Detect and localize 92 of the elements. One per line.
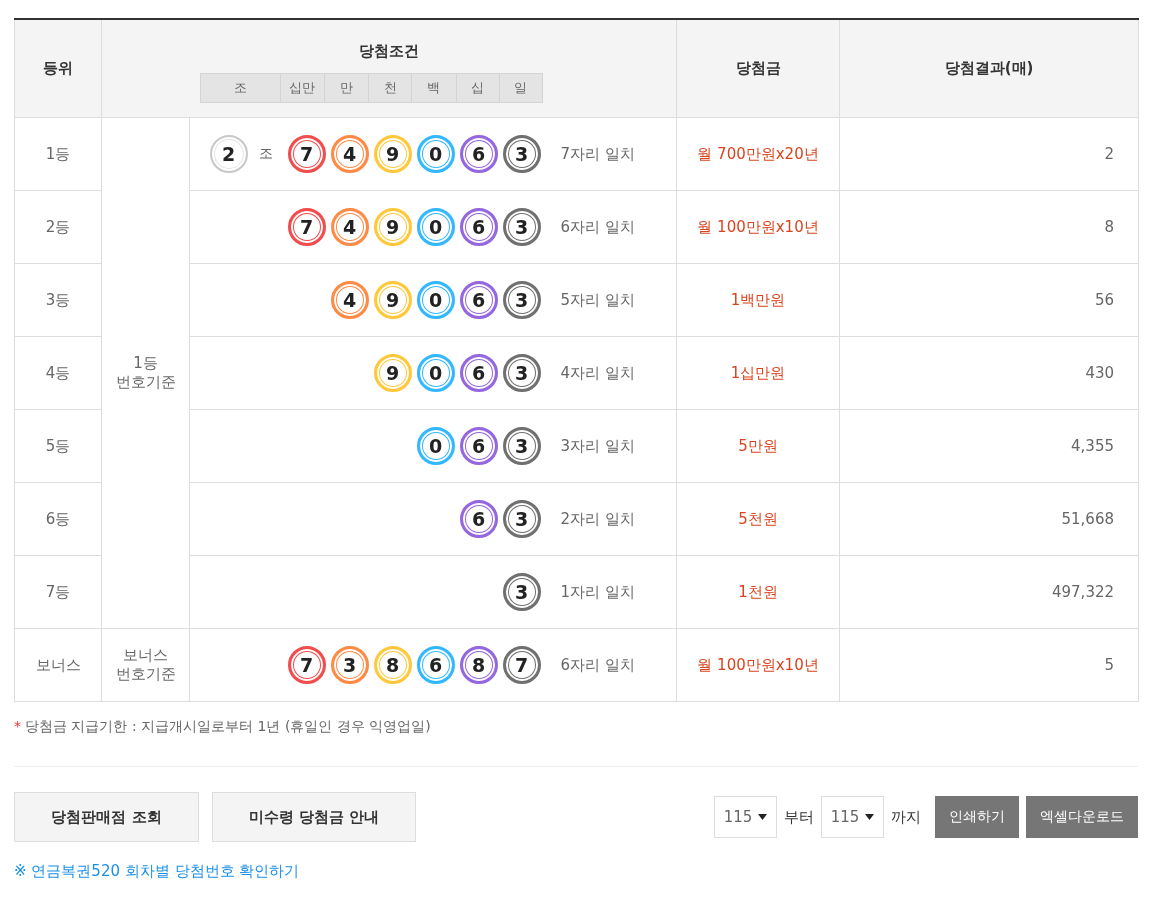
number-ball: 0	[416, 281, 455, 319]
number-ball: 6	[459, 354, 498, 392]
unit-label: 조	[258, 145, 273, 163]
number-ball: 3	[502, 500, 541, 538]
number-ball: 0	[416, 208, 455, 246]
number-ball: 0	[416, 135, 455, 173]
prize-cell: 5만원	[676, 409, 840, 483]
count-cell: 2	[839, 117, 1139, 191]
match-cell: 4자리 일치	[560, 336, 677, 410]
number-ball: 0	[416, 427, 455, 465]
match-cell: 2자리 일치	[560, 482, 677, 556]
position-label: 십	[455, 74, 499, 102]
round-results-link[interactable]: ※ 연금복권520 회차별 당첨번호 확인하기	[14, 862, 300, 881]
number-ball: 0	[416, 354, 455, 392]
count-cell: 430	[839, 336, 1139, 410]
count-cell: 5	[839, 628, 1139, 702]
position-label: 만	[323, 74, 369, 102]
rank-cell: 4등	[14, 336, 102, 410]
position-label: 천	[368, 74, 412, 102]
position-label: 백	[411, 74, 456, 102]
number-ball: 3	[502, 135, 541, 173]
number-ball: 6	[459, 135, 498, 173]
match-cell: 6자리 일치	[560, 190, 677, 264]
number-ball: 7	[287, 135, 326, 173]
number-ball: 7	[502, 646, 541, 684]
round-select[interactable]: 115	[821, 796, 884, 838]
number-ball: 4	[330, 135, 369, 173]
number-ball: 3	[502, 427, 541, 465]
payment-note: * 당첨금 지급기한 : 지급개시일로부터 1년 (휴일인 경우 익영업일)	[14, 718, 432, 736]
to-label: 까지	[891, 807, 921, 827]
prize-cell: 5천원	[676, 482, 840, 556]
rank-cell: 보너스	[14, 628, 102, 702]
rank-cell: 6등	[14, 482, 102, 556]
column-header: 당첨금	[676, 19, 840, 118]
count-cell: 8	[839, 190, 1139, 264]
count-cell: 497,322	[839, 555, 1139, 629]
number-ball: 6	[459, 281, 498, 319]
number-ball: 3	[502, 354, 541, 392]
group-ball: 2	[209, 135, 248, 173]
number-ball: 9	[373, 354, 412, 392]
match-cell: 3자리 일치	[560, 409, 677, 483]
prize-cell: 월 100만원x10년	[676, 628, 840, 702]
caret-icon	[758, 814, 768, 820]
rank-cell: 2등	[14, 190, 102, 264]
position-label: 일	[498, 74, 542, 102]
number-ball: 9	[373, 208, 412, 246]
prize-cell: 1백만원	[676, 263, 840, 337]
rank-cell: 3등	[14, 263, 102, 337]
rank-cell: 1등	[14, 117, 102, 191]
action-button[interactable]: 미수령 당첨금 안내	[212, 792, 416, 842]
excel-download-button[interactable]: 엑셀다운로드	[1026, 796, 1138, 838]
number-ball: 3	[502, 208, 541, 246]
number-ball: 6	[459, 500, 498, 538]
number-ball: 6	[459, 208, 498, 246]
match-cell: 5자리 일치	[560, 263, 677, 337]
number-ball: 9	[373, 281, 412, 319]
basis-cell: 1등 번호기준	[101, 117, 190, 629]
prize-cell: 월 100만원x10년	[676, 190, 840, 264]
count-cell: 4,355	[839, 409, 1139, 483]
prize-cell: 1천원	[676, 555, 840, 629]
rank-cell: 7등	[14, 555, 102, 629]
number-ball: 3	[502, 573, 541, 611]
basis-cell: 보너스 번호기준	[101, 628, 190, 702]
number-ball: 3	[502, 281, 541, 319]
count-cell: 56	[839, 263, 1139, 337]
match-cell: 1자리 일치	[560, 555, 677, 629]
number-ball: 7	[287, 646, 326, 684]
number-ball: 7	[287, 208, 326, 246]
number-ball: 3	[330, 646, 369, 684]
column-header: 등위	[14, 19, 102, 118]
round-select[interactable]: 115	[714, 796, 777, 838]
print-button[interactable]: 인쇄하기	[935, 796, 1019, 838]
rank-cell: 5등	[14, 409, 102, 483]
from-label: 부터	[784, 807, 814, 827]
match-cell: 6자리 일치	[560, 628, 677, 702]
number-ball: 8	[373, 646, 412, 684]
match-cell: 7자리 일치	[560, 117, 677, 191]
column-header: 당첨조건	[358, 41, 420, 62]
number-ball: 8	[459, 646, 498, 684]
column-header: 당첨결과(매)	[839, 19, 1139, 118]
prize-cell: 월 700만원x20년	[676, 117, 840, 191]
number-ball: 6	[459, 427, 498, 465]
number-ball: 4	[330, 281, 369, 319]
prize-cell: 1십만원	[676, 336, 840, 410]
number-ball: 4	[330, 208, 369, 246]
number-ball: 6	[416, 646, 455, 684]
position-label: 조	[232, 79, 248, 97]
number-ball: 9	[373, 135, 412, 173]
caret-icon	[865, 814, 875, 820]
position-label: 십만	[279, 74, 324, 102]
count-cell: 51,668	[839, 482, 1139, 556]
action-button[interactable]: 당첨판매점 조회	[14, 792, 199, 842]
